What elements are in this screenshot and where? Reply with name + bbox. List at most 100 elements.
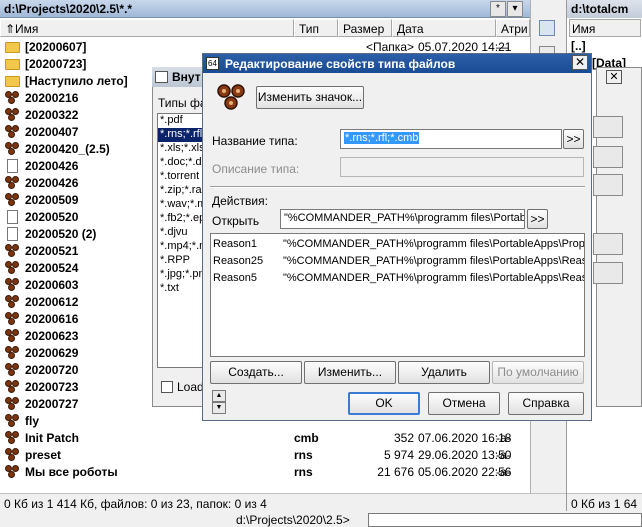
- reason-app-icon: [215, 82, 247, 112]
- file-ext: rns: [294, 465, 313, 479]
- file-types-label: Типы фа: [158, 96, 202, 110]
- history-button[interactable]: *: [490, 1, 506, 17]
- right-column-name[interactable]: Имя: [569, 19, 641, 37]
- file-row[interactable]: Мы все роботы rns 21 676 05.06.2020 22:56 -a…: [0, 464, 530, 481]
- type-name-label: Название типа:: [212, 134, 298, 148]
- file-type-item[interactable]: *.rns;*.rfl;: [158, 128, 202, 142]
- action-row[interactable]: Reason5 "%COMMANDER_PATH%\programm files\…: [213, 270, 584, 286]
- separator: [210, 186, 585, 188]
- help-button[interactable]: Справка: [508, 392, 584, 415]
- delete-button[interactable]: Удалить: [398, 361, 490, 384]
- file-name: 20200426: [25, 176, 79, 190]
- rd-button-3[interactable]: [593, 174, 623, 196]
- reason-file-icon: [5, 193, 20, 207]
- type-description-field[interactable]: [340, 157, 584, 177]
- file-type-item[interactable]: *.RPP: [158, 254, 202, 268]
- file-type-item[interactable]: *.zip;*.rar: [158, 184, 202, 198]
- actions-list[interactable]: Reason1 "%COMMANDER_PATH%\programm files\…: [210, 233, 585, 357]
- reason-file-icon: [5, 329, 20, 343]
- left-path-bar[interactable]: d:\Projects\2020\2.5\*.*: [0, 0, 530, 18]
- right-status-bar: 0 Кб из 1 64: [567, 493, 642, 511]
- app-icon: 64: [206, 57, 219, 70]
- column-name[interactable]: ⇑Имя: [0, 19, 294, 37]
- column-size[interactable]: Размер: [338, 19, 392, 37]
- right-row-up[interactable]: [..]: [571, 39, 586, 53]
- reason-file-icon: [5, 414, 20, 428]
- change-icon-button[interactable]: Изменить значок...: [256, 86, 364, 109]
- right-path-bar[interactable]: d:\totalcm: [567, 0, 642, 18]
- type-name-field[interactable]: *.rns;*.rfl;*.cmb: [340, 129, 562, 149]
- rd-button-4[interactable]: [593, 233, 623, 255]
- reason-file-icon: [5, 448, 20, 462]
- file-name: 20200723: [25, 380, 79, 394]
- file-row[interactable]: Init Patch cmb 352 07.06.2020 16:18 -a-: [0, 430, 530, 447]
- file-types-list[interactable]: *.pdf*.rns;*.rfl;*.xls;*.xlsx*.doc;*.do*…: [157, 113, 203, 368]
- file-size: 5 974: [383, 448, 414, 462]
- column-attr[interactable]: Атри: [496, 19, 530, 37]
- column-date[interactable]: Дата: [392, 19, 496, 37]
- rd-button-5[interactable]: [593, 262, 623, 284]
- move-up-icon[interactable]: ▲: [212, 390, 226, 402]
- file-row[interactable]: preset rns 5 974 29.06.2020 13:50 -a-: [0, 447, 530, 464]
- reason-file-icon: [5, 108, 20, 122]
- file-name: 20200727: [25, 397, 79, 411]
- dialog-title: Редактирование свойств типа файлов: [203, 54, 591, 73]
- action-row[interactable]: Reason1 "%COMMANDER_PATH%\programm files\…: [213, 236, 584, 252]
- file-type-item[interactable]: *.pdf: [158, 114, 202, 128]
- file-name: 20200720: [25, 363, 79, 377]
- create-button[interactable]: Создать...: [210, 361, 302, 384]
- file-attr: —: [496, 40, 508, 54]
- command-line-path: d:\Projects\2020\2.5>: [236, 513, 350, 527]
- file-name: fly: [25, 414, 40, 428]
- action-name: Reason5: [213, 272, 258, 284]
- rd-button-1[interactable]: [593, 116, 623, 138]
- reason-file-icon: [5, 431, 20, 445]
- folder-icon: [5, 42, 20, 53]
- file-name: 20200420_(2.5): [25, 142, 110, 156]
- file-name: 20200623: [25, 329, 79, 343]
- file-name: 20200612: [25, 295, 79, 309]
- file-name: preset: [25, 448, 62, 462]
- file-type-item[interactable]: *.fb2;*.ep: [158, 212, 202, 226]
- file-type-item[interactable]: *.jpg;*.pn: [158, 268, 202, 282]
- reason-file-icon: [5, 244, 20, 258]
- file-name: 20200603: [25, 278, 79, 292]
- open-command-expand-button[interactable]: >>: [527, 209, 548, 229]
- rd-button-2[interactable]: [593, 146, 623, 168]
- file-type-item[interactable]: *.xls;*.xlsx: [158, 142, 202, 156]
- set-default-button[interactable]: По умолчанию: [492, 361, 584, 384]
- load-checkbox[interactable]: [161, 381, 173, 393]
- close-button[interactable]: ✕: [572, 55, 588, 70]
- folder-icon: [5, 76, 20, 87]
- file-type-item[interactable]: *.djvu: [158, 226, 202, 240]
- file-type-item[interactable]: *.doc;*.do: [158, 156, 202, 170]
- file-name: 20200509: [25, 193, 79, 207]
- load-checkbox-label: Load: [177, 380, 204, 394]
- file-ext: cmb: [294, 431, 319, 445]
- command-line-input[interactable]: [368, 513, 642, 527]
- dropdown-button[interactable]: ▾: [507, 1, 523, 17]
- file-type-item[interactable]: *.torrent: [158, 170, 202, 184]
- file-type-item[interactable]: *.txt: [158, 282, 202, 296]
- cancel-button[interactable]: Отмена: [428, 392, 500, 415]
- type-name-expand-button[interactable]: >>: [563, 129, 584, 149]
- file-type-item[interactable]: *.wav;*.m: [158, 198, 202, 212]
- open-command-field[interactable]: "%COMMANDER_PATH%\programm files\Portabl…: [280, 209, 525, 229]
- edit-button[interactable]: Изменить...: [304, 361, 396, 384]
- file-ext: rns: [294, 448, 313, 462]
- file-type-item[interactable]: *.mp4;*.m: [158, 240, 202, 254]
- search-icon[interactable]: [539, 20, 555, 36]
- file-attr: -a-: [496, 465, 511, 479]
- action-command: "%COMMANDER_PATH%\programm files\Portabl…: [283, 255, 585, 267]
- left-status-bar: 0 Кб из 1 414 Кб, файлов: 0 из 23, папок…: [0, 493, 566, 511]
- reason-file-icon: [5, 176, 20, 190]
- move-down-icon[interactable]: ▼: [212, 402, 226, 414]
- file-name: [20200723]: [25, 57, 87, 71]
- close-icon[interactable]: ✕: [606, 70, 622, 84]
- document-icon: [7, 159, 18, 173]
- column-ext[interactable]: Тип: [294, 19, 338, 37]
- action-row[interactable]: Reason25 "%COMMANDER_PATH%\programm files…: [213, 253, 585, 269]
- file-name: [20200607]: [25, 40, 87, 54]
- reason-file-icon: [5, 125, 20, 139]
- ok-button[interactable]: OK: [348, 392, 420, 415]
